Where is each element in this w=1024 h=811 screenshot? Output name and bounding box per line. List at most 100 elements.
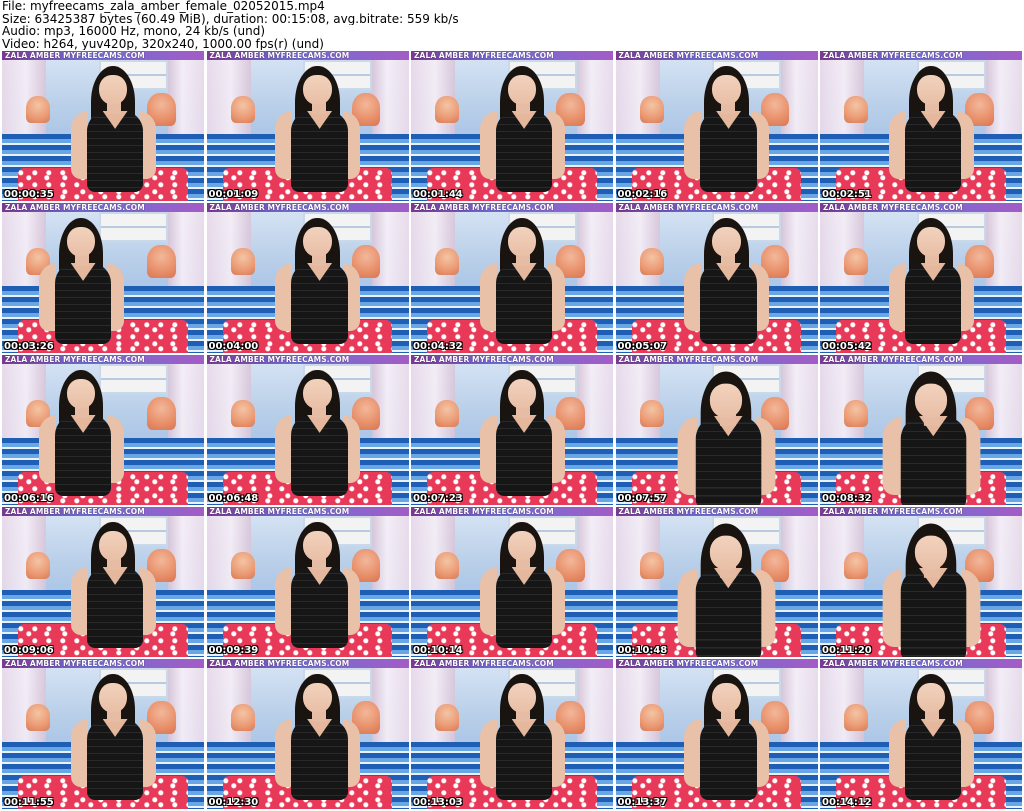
thumbnail-scene-dress bbox=[900, 415, 966, 505]
video-thumbnail[interactable]: ZALA AMBER MYFREECAMS.COM 00:12:30 bbox=[206, 659, 409, 809]
thumbnail-scene-face bbox=[507, 531, 537, 561]
thumbnail-scene-vase2 bbox=[435, 704, 460, 731]
thumbnail-watermark-banner: ZALA AMBER MYFREECAMS.COM bbox=[615, 203, 818, 212]
thumbnail-scene-dress bbox=[291, 415, 348, 496]
thumbnail-watermark-banner: ZALA AMBER MYFREECAMS.COM bbox=[615, 355, 818, 364]
thumbnail-scene-dress bbox=[495, 111, 553, 192]
thumbnail-watermark-banner: ZALA AMBER MYFREECAMS.COM bbox=[820, 507, 1022, 516]
file-name-line: File: myfreecams_zala_amber_female_02052… bbox=[2, 0, 325, 13]
video-thumbnail[interactable]: ZALA AMBER MYFREECAMS.COM 00:00:35 bbox=[2, 51, 204, 201]
thumbnail-scene-face bbox=[98, 531, 128, 561]
thumbnail-scene-dress bbox=[54, 263, 112, 344]
thumbnail-scene-face bbox=[98, 75, 128, 105]
thumbnail-scene-dress bbox=[291, 719, 348, 800]
thumbnail-watermark-banner: ZALA AMBER MYFREECAMS.COM bbox=[411, 659, 613, 668]
video-thumbnail[interactable]: ZALA AMBER MYFREECAMS.COM 00:11:55 bbox=[2, 659, 204, 809]
thumbnail-scene-face bbox=[303, 683, 332, 713]
thumbnail-watermark-banner: ZALA AMBER MYFREECAMS.COM bbox=[820, 355, 1022, 364]
video-thumbnail[interactable]: ZALA AMBER MYFREECAMS.COM 00:07:57 bbox=[615, 355, 818, 505]
thumbnail-timestamp: 00:05:42 bbox=[822, 341, 872, 352]
thumbnail-scene-dress bbox=[291, 567, 348, 648]
video-thumbnail[interactable]: ZALA AMBER MYFREECAMS.COM 00:11:20 bbox=[820, 507, 1022, 657]
thumbnail-timestamp: 00:04:00 bbox=[208, 341, 259, 352]
video-thumbnail[interactable]: ZALA AMBER MYFREECAMS.COM 00:05:42 bbox=[820, 203, 1022, 353]
thumbnail-scene-face bbox=[507, 75, 537, 105]
thumbnail-scene-dress bbox=[495, 263, 553, 344]
thumbnail-scene-dress bbox=[900, 567, 966, 657]
thumbnail-timestamp: 00:03:26 bbox=[4, 341, 54, 352]
thumbnail-scene-vase2 bbox=[26, 552, 51, 579]
thumbnail-scene-vase2 bbox=[639, 704, 664, 731]
thumbnail-timestamp: 00:09:39 bbox=[208, 645, 259, 656]
thumbnail-timestamp: 00:06:16 bbox=[4, 493, 54, 504]
thumbnail-watermark-banner: ZALA AMBER MYFREECAMS.COM bbox=[2, 355, 204, 364]
video-thumbnail[interactable]: ZALA AMBER MYFREECAMS.COM 00:02:16 bbox=[615, 51, 818, 201]
thumbnail-scene-vase2 bbox=[26, 704, 51, 731]
video-thumbnail[interactable]: ZALA AMBER MYFREECAMS.COM 00:03:26 bbox=[2, 203, 204, 353]
video-thumbnail[interactable]: ZALA AMBER MYFREECAMS.COM 00:09:06 bbox=[2, 507, 204, 657]
thumbnail-scene-vase2 bbox=[844, 96, 869, 123]
thumbnail-scene-vase2 bbox=[435, 96, 460, 123]
thumbnail-scene-vase2 bbox=[435, 248, 460, 275]
thumbnail-scene-vase2 bbox=[639, 248, 664, 275]
video-thumbnail[interactable]: ZALA AMBER MYFREECAMS.COM 00:09:39 bbox=[206, 507, 409, 657]
thumbnail-scene-dress bbox=[495, 567, 553, 648]
thumbnail-scene-face bbox=[98, 683, 128, 713]
thumbnail-timestamp: 00:02:51 bbox=[822, 189, 872, 200]
thumbnail-scene-face bbox=[916, 227, 946, 257]
thumbnail-scene-face bbox=[712, 75, 741, 105]
thumbnail-scene-face bbox=[507, 683, 537, 713]
thumbnail-scene-dress bbox=[291, 111, 348, 192]
thumbnail-grid: ZALA AMBER MYFREECAMS.COM 00:00:35 ZALA AM… bbox=[2, 51, 1022, 811]
video-thumbnail[interactable]: ZALA AMBER MYFREECAMS.COM 00:05:07 bbox=[615, 203, 818, 353]
thumbnail-scene-face bbox=[712, 683, 741, 713]
thumbnail-scene-vase2 bbox=[230, 248, 255, 275]
thumbnail-timestamp: 00:06:48 bbox=[208, 493, 259, 504]
video-thumbnail[interactable]: ZALA AMBER MYFREECAMS.COM 00:02:51 bbox=[820, 51, 1022, 201]
thumbnail-scene-vase2 bbox=[844, 704, 869, 731]
thumbnail-watermark-banner: ZALA AMBER MYFREECAMS.COM bbox=[2, 507, 204, 516]
video-thumbnail[interactable]: ZALA AMBER MYFREECAMS.COM 00:08:32 bbox=[820, 355, 1022, 505]
thumbnail-watermark-banner: ZALA AMBER MYFREECAMS.COM bbox=[2, 203, 204, 212]
video-thumbnail[interactable]: ZALA AMBER MYFREECAMS.COM 00:07:23 bbox=[411, 355, 613, 505]
thumbnail-watermark-banner: ZALA AMBER MYFREECAMS.COM bbox=[820, 51, 1022, 60]
video-thumbnail[interactable]: ZALA AMBER MYFREECAMS.COM 00:13:03 bbox=[411, 659, 613, 809]
thumbnail-scene-dress bbox=[495, 415, 553, 496]
video-thumbnail[interactable]: ZALA AMBER MYFREECAMS.COM 00:10:48 bbox=[615, 507, 818, 657]
thumbnail-timestamp: 00:09:06 bbox=[4, 645, 54, 656]
video-thumbnail[interactable]: ZALA AMBER MYFREECAMS.COM 00:06:16 bbox=[2, 355, 204, 505]
thumbnail-watermark-banner: ZALA AMBER MYFREECAMS.COM bbox=[2, 659, 204, 668]
video-thumbnail[interactable]: ZALA AMBER MYFREECAMS.COM 00:13:37 bbox=[615, 659, 818, 809]
thumbnail-scene-vase2 bbox=[639, 552, 664, 579]
thumbnail-timestamp: 00:01:44 bbox=[413, 189, 463, 200]
video-thumbnail[interactable]: ZALA AMBER MYFREECAMS.COM 00:14:12 bbox=[820, 659, 1022, 809]
thumbnail-timestamp: 00:11:55 bbox=[4, 797, 54, 808]
video-thumbnail[interactable]: ZALA AMBER MYFREECAMS.COM 00:01:09 bbox=[206, 51, 409, 201]
thumbnail-timestamp: 00:00:35 bbox=[4, 189, 54, 200]
thumbnail-scene-vase2 bbox=[230, 704, 255, 731]
thumbnail-timestamp: 00:14:12 bbox=[822, 797, 872, 808]
thumbnail-watermark-banner: ZALA AMBER MYFREECAMS.COM bbox=[820, 659, 1022, 668]
thumbnail-scene-vase2 bbox=[230, 96, 255, 123]
thumbnail-timestamp: 00:11:20 bbox=[822, 645, 872, 656]
thumbnail-scene-dress bbox=[495, 719, 553, 800]
video-thumbnail[interactable]: ZALA AMBER MYFREECAMS.COM 00:04:00 bbox=[206, 203, 409, 353]
thumbnail-watermark-banner: ZALA AMBER MYFREECAMS.COM bbox=[206, 51, 409, 60]
thumbnail-watermark-banner: ZALA AMBER MYFREECAMS.COM bbox=[411, 203, 613, 212]
thumbnail-timestamp: 00:05:07 bbox=[617, 341, 668, 352]
video-thumbnail[interactable]: ZALA AMBER MYFREECAMS.COM 00:01:44 bbox=[411, 51, 613, 201]
thumbnail-watermark-banner: ZALA AMBER MYFREECAMS.COM bbox=[206, 507, 409, 516]
video-thumbnail[interactable]: ZALA AMBER MYFREECAMS.COM 00:06:48 bbox=[206, 355, 409, 505]
thumbnail-scene-dress bbox=[696, 567, 762, 657]
thumbnail-scene-dress bbox=[904, 719, 962, 800]
thumbnail-scene-vase2 bbox=[844, 248, 869, 275]
thumbnail-scene-dress bbox=[700, 263, 757, 344]
thumbnail-scene-vase bbox=[147, 397, 176, 430]
thumbnail-scene-face bbox=[303, 75, 332, 105]
video-thumbnail[interactable]: ZALA AMBER MYFREECAMS.COM 00:04:32 bbox=[411, 203, 613, 353]
thumbnail-timestamp: 00:02:16 bbox=[617, 189, 668, 200]
thumbnail-scene-face bbox=[712, 227, 741, 257]
thumbnail-watermark-banner: ZALA AMBER MYFREECAMS.COM bbox=[615, 507, 818, 516]
thumbnail-scene-face bbox=[66, 227, 96, 257]
video-thumbnail[interactable]: ZALA AMBER MYFREECAMS.COM 00:10:14 bbox=[411, 507, 613, 657]
